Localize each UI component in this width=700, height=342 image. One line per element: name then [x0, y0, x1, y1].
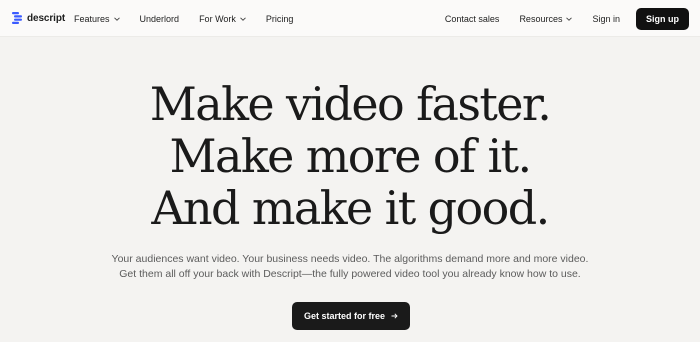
nav-item-label: For Work	[199, 13, 236, 24]
nav-item-label: Features	[74, 13, 110, 24]
nav-item-pricing[interactable]: Pricing	[266, 14, 294, 24]
nav-item-label: Underlord	[139, 13, 180, 24]
hero-subtitle-line: Your audiences want video. Your business…	[111, 253, 589, 265]
nav-item-label: Sign in	[592, 13, 620, 24]
chevron-down-icon	[113, 16, 120, 21]
chevron-down-icon	[566, 16, 573, 21]
nav-item-resources[interactable]: Resources	[519, 13, 573, 24]
hero-subtitle: Your audiences want video. Your business…	[0, 252, 700, 282]
top-navbar: descript Features Underlord For Work Pri…	[0, 0, 700, 37]
nav-item-label: Resources	[519, 13, 563, 24]
get-started-button[interactable]: Get started for free	[292, 302, 410, 330]
nav-item-sign-in[interactable]: Sign in	[592, 14, 620, 24]
get-started-label: Get started for free	[303, 311, 386, 321]
hero-subtitle-line: Get them all off your back with Descript…	[119, 268, 581, 280]
nav-left: Features Underlord For Work Pricing	[74, 0, 313, 37]
nav-right: Contact sales Resources Sign in Sign up	[445, 0, 689, 37]
nav-item-label: Contact sales	[444, 13, 500, 24]
nav-item-contact-sales[interactable]: Contact sales	[445, 14, 500, 24]
hero-headline-line: Make more of it.	[169, 129, 533, 183]
hero-headline: Make video faster. Make more of it. And …	[0, 78, 700, 234]
brand-logo[interactable]: descript	[12, 11, 65, 25]
nav-item-underlord[interactable]: Underlord	[140, 14, 180, 24]
nav-item-features[interactable]: Features	[74, 14, 120, 24]
nav-item-label: Pricing	[265, 13, 294, 24]
descript-logo-icon	[12, 12, 22, 24]
chevron-down-icon	[240, 16, 246, 21]
arrow-right-icon	[391, 313, 398, 319]
sign-up-button[interactable]: Sign up	[636, 7, 689, 30]
brand-name: descript	[27, 12, 66, 24]
hero-headline-line: Make video faster.	[149, 77, 552, 131]
hero-headline-line: And make it good.	[151, 181, 550, 235]
nav-item-for-work[interactable]: For Work	[199, 14, 246, 24]
